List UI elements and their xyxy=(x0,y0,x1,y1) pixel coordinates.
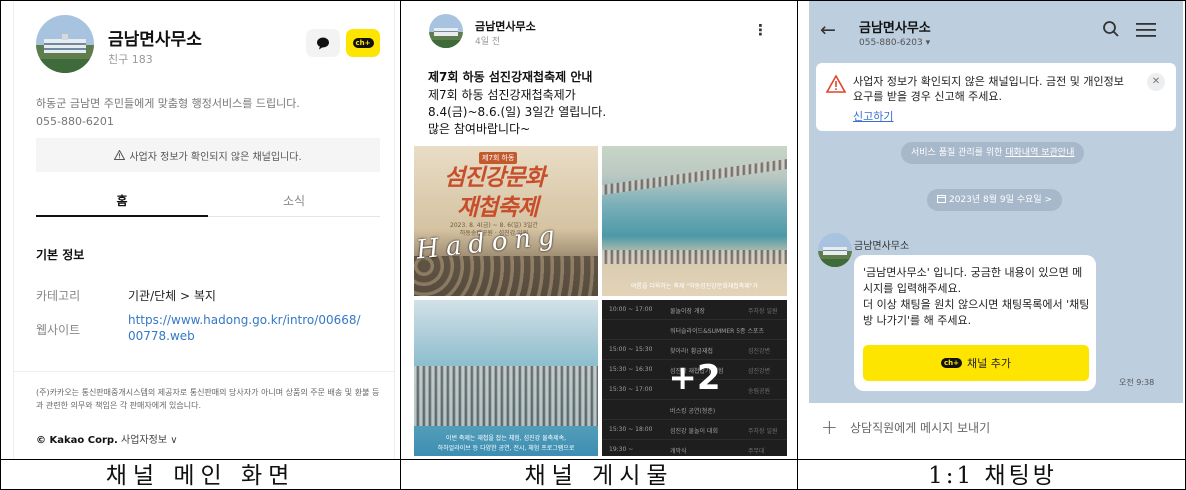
website-label: 웹사이트 xyxy=(36,323,81,337)
divider xyxy=(14,371,394,372)
festival-poster-image[interactable]: 제7회 하동 섬진강문화 재첩축제 2023. 8. 4(금) ~ 8. 6(일… xyxy=(414,146,598,296)
plus-icon[interactable]: + xyxy=(821,415,838,439)
channel-main-screen: 금남면사무소 친구 183 ch+ 하동군 금남면 주민들에게 맞춤형 행정서비… xyxy=(1,1,401,459)
sender-avatar[interactable] xyxy=(818,233,852,267)
profile-page: 금남면사무소 친구 183 ch+ 하동군 금남면 주민들에게 맞춤형 행정서비… xyxy=(13,1,395,459)
message-bubble: '금남면사무소' 입니다. 궁금한 내용이 있으면 메시지를 입력해주세요. 더… xyxy=(854,255,1096,391)
chat-bubble-icon xyxy=(317,37,329,49)
channel-add-icon: ch+ xyxy=(941,358,962,368)
message-input-bar: + 상담직원에게 메시지 보내기 xyxy=(809,403,1183,459)
archive-notice: 서비스 품질 관리를 위한 대화내역 보관안내 xyxy=(901,142,1085,164)
tab-home[interactable]: 홈 xyxy=(36,185,208,217)
archive-notice-link[interactable]: 대화내역 보관안내 xyxy=(1005,148,1074,158)
chat-room: ← 금남면사무소 055-880-6203 ▾ 사업자 정보가 확인되지 않은 … xyxy=(798,1,1186,459)
post-line: 많은 참여바랍니다~ xyxy=(428,122,531,136)
chat-phone[interactable]: 055-880-6203 ▾ xyxy=(859,38,930,48)
back-arrow-icon[interactable]: ← xyxy=(820,19,836,41)
message-text: '금남면사무소' 입니다. 궁금한 내용이 있으면 메시지를 입력해주세요. 더… xyxy=(863,265,1091,329)
unverified-text: 사업자 정보가 확인되지 않은 채널입니다. xyxy=(129,151,302,163)
crowd-texture xyxy=(602,158,787,196)
corp-footer: © Kakao Corp. 사업자정보 ∨ xyxy=(36,431,178,446)
archive-notice-text: 서비스 품질 관리를 위한 xyxy=(911,148,1006,158)
post-channel-name: 금남면사무소 xyxy=(475,20,536,33)
post-body: 제7회 하동 섬진강재첩축제가 8.4(금)~8.6.(일) 3일간 열립니다.… xyxy=(428,87,606,138)
post-line: 8.4(금)~8.6.(일) 3일간 열립니다. xyxy=(428,105,607,119)
tab-news[interactable]: 소식 xyxy=(208,185,380,217)
channel-description: 하동군 금남면 주민들에게 맞춤형 행정서비스를 드립니다. 055-880-6… xyxy=(36,95,300,131)
post-image-grid: 제7회 하동 섬진강문화 재첩축제 2023. 8. 4(금) ~ 8. 6(일… xyxy=(414,146,787,456)
crowd-texture xyxy=(602,250,787,264)
photo2-caption-2: 하하얼라이브 등 다양한 공연, 전시, 체험 프로그램으로 xyxy=(437,445,575,452)
figure-frame: 금남면사무소 친구 183 ch+ 하동군 금남면 주민들에게 맞춤형 행정서비… xyxy=(0,0,1186,490)
post-title: 제7회 하동 섬진강재첩축제 안내 xyxy=(428,70,593,84)
crowd-texture xyxy=(414,366,598,426)
post-line: 제7회 하동 섬진강재첩축제가 xyxy=(428,88,576,102)
unverified-notice: 사업자 정보가 확인되지 않은 채널입니다. xyxy=(36,138,380,172)
category-value: 기관/단체 > 복지 xyxy=(128,289,216,303)
more-images-count[interactable]: +2 xyxy=(602,300,787,456)
message-line: 더 이상 채팅을 원치 않으시면 채팅목록에서 '채팅방 나가기'를 해 주세요… xyxy=(863,298,1090,327)
friend-count: 친구 183 xyxy=(108,53,153,66)
channel-post: 금남면사무소 4일 전 ⋮ 제7회 하동 섬진강재첩축제 안내 제7회 하동 섬… xyxy=(401,1,798,459)
business-info-link[interactable]: 사업자정보 ∨ xyxy=(121,435,178,446)
chat-button[interactable] xyxy=(306,29,340,57)
message-time: 오전 9:38 xyxy=(1119,378,1155,387)
channel-avatar[interactable] xyxy=(36,15,94,73)
category-label: 카테고리 xyxy=(36,289,81,303)
message-input[interactable]: 상담직원에게 메시지 보내기 xyxy=(850,419,990,436)
photo1-caption: 여름을 더욱하는 축제 "하동섬진강문화재첩축제"가 xyxy=(630,283,759,290)
report-link[interactable]: 신고하기 xyxy=(853,108,893,124)
sender-name: 금남면사무소 xyxy=(854,241,910,252)
corp-brand: © Kakao Corp. xyxy=(36,435,118,446)
beach-photo-2[interactable]: 이번 축제는 재첩을 잡는 체험, 섬진강 물축제속, 하하얼라이브 등 다양한… xyxy=(414,300,598,456)
date-divider[interactable]: 2023년 8월 9일 수요일 > xyxy=(927,189,1063,211)
message-line: '금남면사무소' 입니다. 궁금한 내용이 있으면 메시지를 입력해주세요. xyxy=(863,266,1083,295)
post-time: 4일 전 xyxy=(475,37,501,47)
caption-main-screen: 채널 메인 화면 xyxy=(1,460,401,490)
post-avatar[interactable] xyxy=(429,14,463,48)
channel-name: 금남면사무소 xyxy=(108,30,202,50)
chat-title: 금남면사무소 xyxy=(859,21,931,36)
warning-triangle-icon xyxy=(825,74,847,97)
website-link[interactable]: https://www.hadong.go.kr/intro/00668/007… xyxy=(128,312,368,344)
report-warning-card: 사업자 정보가 확인되지 않은 채널입니다. 금전 및 개인정보 요구를 받을 … xyxy=(816,63,1176,131)
schedule-image[interactable]: 10:00 ~ 17:00 물놀이장 개장 주차장 일원 워터슬라이드&SUMMER… xyxy=(602,300,787,456)
more-vertical-icon[interactable]: ⋮ xyxy=(753,21,768,41)
report-warning-text: 사업자 정보가 확인되지 않은 채널입니다. 금전 및 개인정보 요구를 받을 … xyxy=(853,75,1124,103)
description-text: 하동군 금남면 주민들에게 맞춤형 행정서비스를 드립니다. xyxy=(36,97,300,110)
caption-row: 채널 메인 화면 채널 게시물 1:1 채팅방 xyxy=(1,459,1186,490)
channel-add-icon: ch+ xyxy=(352,38,374,48)
add-channel-button[interactable]: ch+ xyxy=(346,29,380,57)
poster-title-2: 재첩축제 xyxy=(457,195,539,221)
section-title: 기본 정보 xyxy=(36,248,85,262)
menu-icon[interactable] xyxy=(1136,22,1156,42)
date-text: 2023년 8월 9일 수요일 > xyxy=(949,195,1053,205)
caption-chat: 1:1 채팅방 xyxy=(928,463,1057,489)
search-icon[interactable] xyxy=(1102,20,1120,42)
legal-notice: (주)카카오는 통신판매중개시스템의 제공자로 통신판매의 당사자가 아니며 상… xyxy=(36,388,380,410)
description-phone: 055-880-6201 xyxy=(36,115,114,128)
close-icon[interactable]: ✕ xyxy=(1147,73,1165,91)
caption-post: 채널 게시물 xyxy=(401,460,798,490)
add-channel-label: 채널 추가 xyxy=(967,357,1011,370)
beach-photo-1[interactable]: 여름을 더욱하는 축제 "하동섬진강문화재첩축제"가 xyxy=(602,146,787,296)
poster-title-1: 섬진강문화 xyxy=(444,165,546,191)
photo2-caption-1: 이번 축제는 재첩을 잡는 체험, 섬진강 물축제속, xyxy=(445,435,567,442)
add-channel-button[interactable]: ch+ 채널 추가 xyxy=(863,345,1089,381)
calendar-icon xyxy=(937,195,946,203)
warning-triangle-icon xyxy=(114,150,126,160)
